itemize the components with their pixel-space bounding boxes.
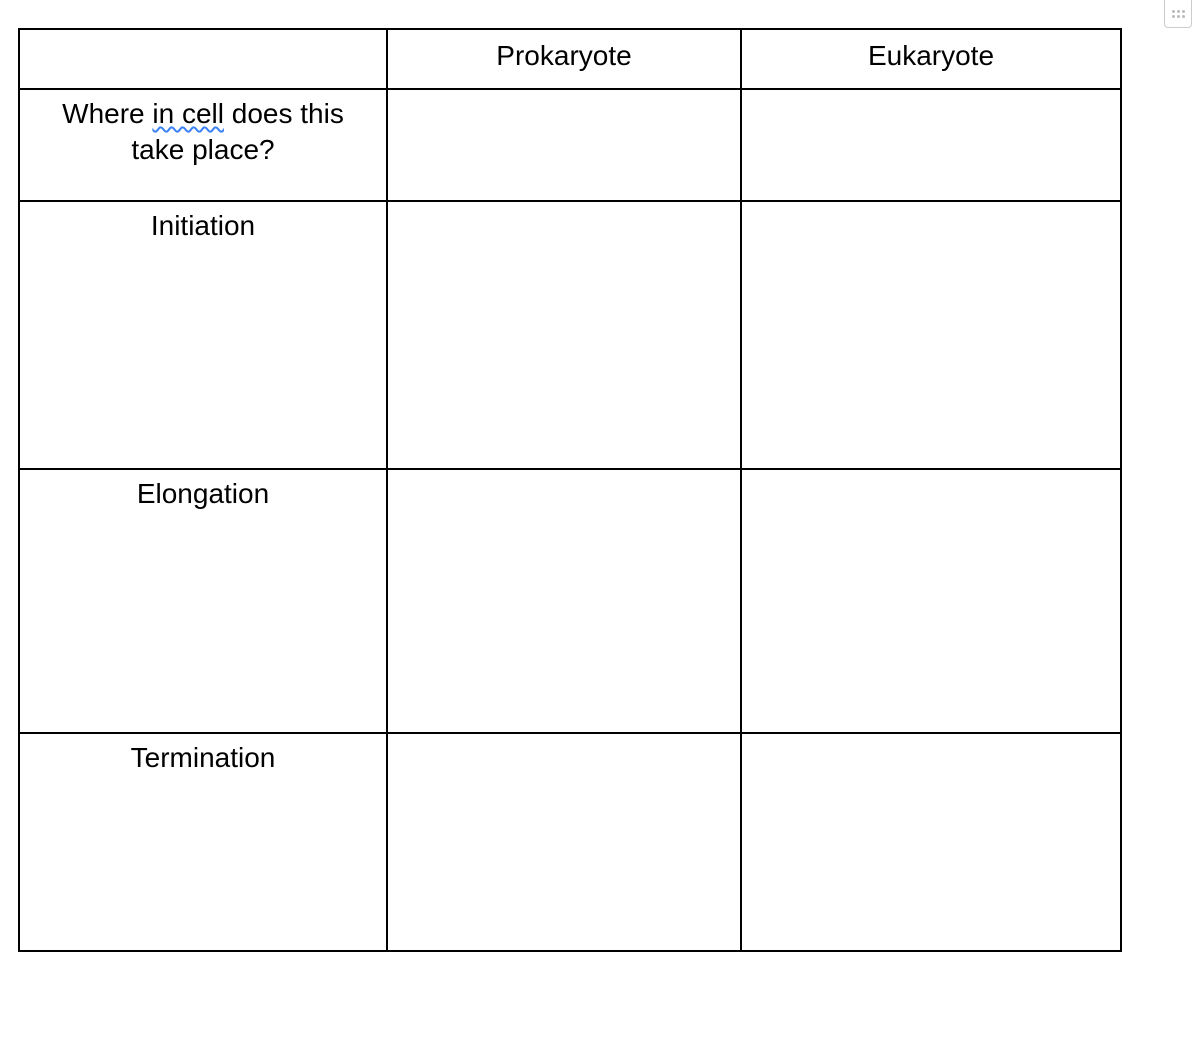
cell-termination-eukaryote[interactable]: [741, 733, 1121, 951]
drag-handle-widget[interactable]: [1164, 0, 1192, 28]
row-label-where: Where in cell does this take place?: [19, 89, 387, 201]
header-eukaryote: Eukaryote: [741, 29, 1121, 89]
table-header-row: Prokaryote Eukaryote: [19, 29, 1121, 89]
table-row-initiation: Initiation: [19, 201, 1121, 469]
header-empty-cell: [19, 29, 387, 89]
cell-termination-prokaryote[interactable]: [387, 733, 741, 951]
row-label-initiation: Initiation: [19, 201, 387, 469]
row-label-elongation: Elongation: [19, 469, 387, 733]
where-text-line2: take place?: [131, 134, 274, 165]
cell-initiation-eukaryote[interactable]: [741, 201, 1121, 469]
cell-where-eukaryote[interactable]: [741, 89, 1121, 201]
where-text-post: does this: [224, 98, 344, 129]
table-row-where: Where in cell does this take place?: [19, 89, 1121, 201]
cell-where-prokaryote[interactable]: [387, 89, 741, 201]
header-prokaryote: Prokaryote: [387, 29, 741, 89]
drag-handle-icon: [1172, 10, 1185, 18]
table-row-termination: Termination: [19, 733, 1121, 951]
table-row-elongation: Elongation: [19, 469, 1121, 733]
where-text-pre: Where: [62, 98, 152, 129]
comparison-table: Prokaryote Eukaryote Where in cell does …: [18, 28, 1122, 952]
cell-initiation-prokaryote[interactable]: [387, 201, 741, 469]
row-label-termination: Termination: [19, 733, 387, 951]
spellcheck-flag[interactable]: in cell: [152, 98, 224, 129]
cell-elongation-eukaryote[interactable]: [741, 469, 1121, 733]
comparison-table-container: Prokaryote Eukaryote Where in cell does …: [0, 0, 1198, 952]
cell-elongation-prokaryote[interactable]: [387, 469, 741, 733]
